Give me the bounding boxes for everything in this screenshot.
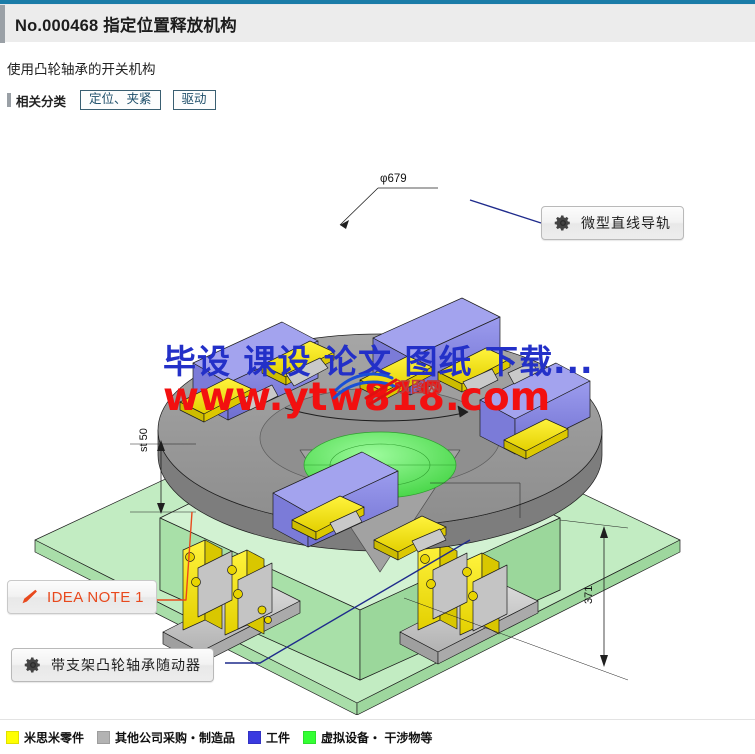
category-tag-drive[interactable]: 驱动	[172, 90, 216, 110]
legend-label-misumi: 米思米零件	[24, 730, 85, 745]
dimension-label-stroke: st 50	[138, 428, 150, 452]
legend-swatch-misumi	[6, 730, 19, 744]
callout-label-linear-rail: 微型直线导轨	[581, 215, 671, 231]
legend-label-other: 其他公司采购・制造品	[115, 730, 236, 745]
callout-linear-rail[interactable]: 微型直线导轨	[541, 206, 684, 240]
color-legend: 米思米零件 其他公司采购・制造品 工件 虚拟设备・ 干涉物等	[0, 719, 755, 754]
category-label: 相关分类	[16, 94, 67, 109]
dimension-label-diameter: φ679	[380, 173, 407, 185]
legend-swatch-workpiece	[248, 730, 262, 744]
title-accent-bar	[0, 4, 5, 43]
callout-idea-note[interactable]: IDEA NOTE 1	[7, 580, 157, 614]
legend-swatch-virtual	[303, 730, 317, 744]
gear-icon	[554, 214, 572, 232]
category-row: 相关分类 定位、夹紧 驱动	[7, 90, 216, 110]
legend-item-other: 其他公司采购・制造品	[97, 729, 235, 746]
callout-label-idea-note: IDEA NOTE 1	[47, 588, 144, 606]
callout-cam-follower[interactable]: 带支架凸轮轴承随动器	[11, 648, 214, 682]
pencil-icon	[20, 588, 38, 606]
page-subtitle: 使用凸轮轴承的开关机构	[7, 62, 156, 77]
page-root: No.000468 指定位置释放机构 使用凸轮轴承的开关机构 相关分类 定位、夹…	[0, 0, 755, 754]
legend-label-workpiece: 工件	[266, 730, 291, 745]
dimension-diameter	[339, 187, 438, 229]
category-tag-positioning[interactable]: 定位、夹紧	[80, 90, 161, 110]
legend-item-virtual: 虚拟设备・ 干涉物等	[303, 729, 432, 746]
legend-item-workpiece: 工件	[248, 729, 290, 746]
legend-swatch-other	[97, 730, 111, 744]
legend-item-misumi: 米思米零件	[6, 729, 84, 746]
gear-icon	[24, 656, 42, 674]
callout-label-cam-follower: 带支架凸轮轴承随动器	[51, 657, 201, 673]
page-title-bar: No.000468 指定位置释放机构	[0, 4, 755, 43]
page-title: No.000468 指定位置释放机构	[15, 16, 237, 35]
category-accent-bar	[7, 93, 11, 107]
legend-label-virtual: 虚拟设备・ 干涉物等	[321, 730, 433, 745]
dimension-label-height: 371	[583, 585, 595, 604]
